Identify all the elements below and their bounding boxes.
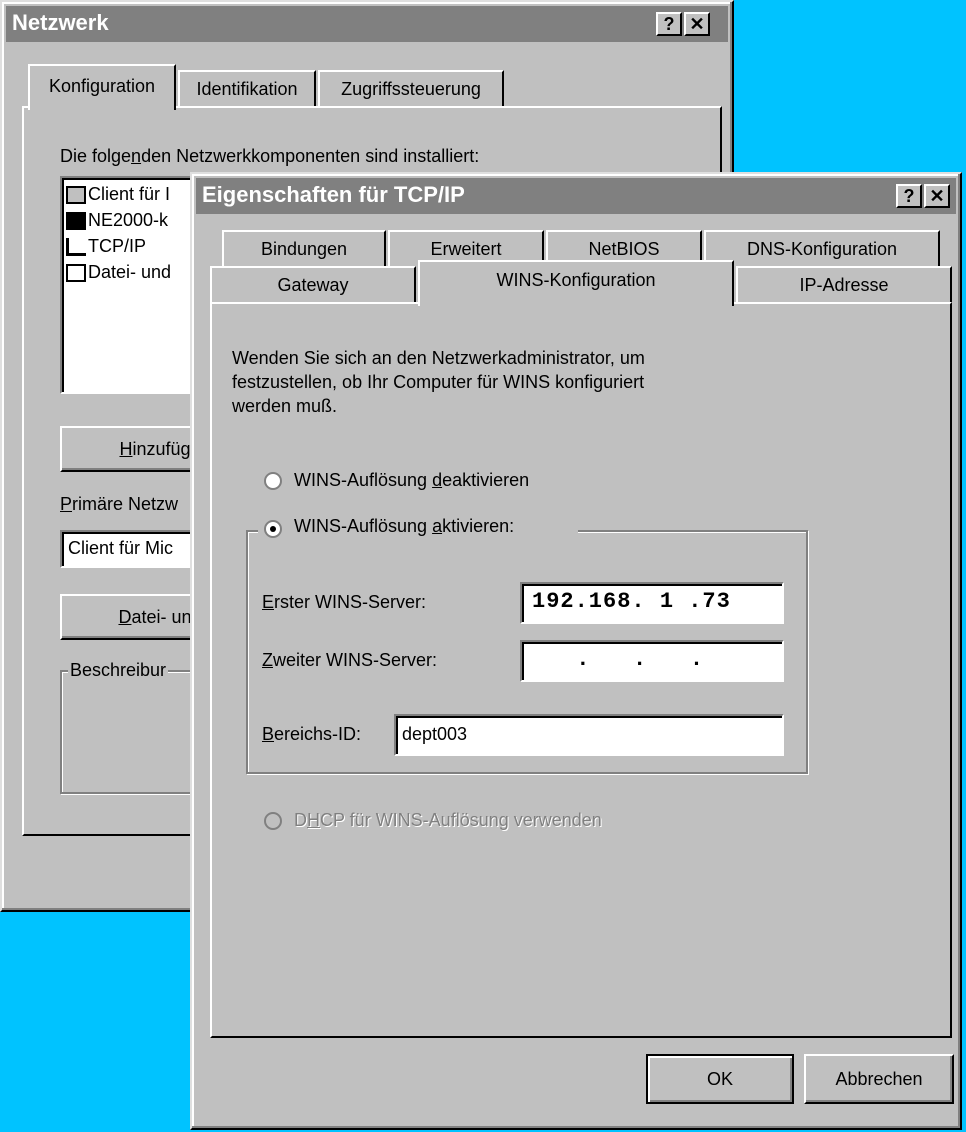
cancel-button[interactable]: Abbrechen [804, 1054, 954, 1104]
tab-label: IP-Adresse [799, 275, 889, 295]
scope-id-label: Bereichs-ID: [262, 724, 361, 745]
dhcp-wins-radio[interactable] [264, 812, 282, 830]
network-card-icon [66, 212, 86, 231]
computer-icon [66, 186, 86, 205]
tab-label: Gateway [277, 275, 349, 295]
tab-konfiguration[interactable]: Konfiguration [28, 64, 176, 110]
scope-id-rest: ereichs-ID: [274, 724, 362, 744]
netzwerk-titlebar[interactable]: Netzwerk ? ✕ [6, 6, 728, 42]
first-wins-server-label: Erster WINS-Server: [262, 592, 426, 613]
components-label-post: den Netzwerkkomponenten sind installiert… [141, 146, 480, 166]
protocol-icon [66, 238, 86, 257]
tab-label: Bindungen [260, 239, 348, 259]
first-wins-ul: E [262, 592, 275, 612]
tab-label: NetBIOS [588, 239, 660, 259]
second-wins-server-input[interactable]: . . . [520, 640, 784, 682]
tab-label: Zugriffssteuerung [341, 79, 481, 99]
primary-logon-label: Primäre Netzw [60, 494, 178, 515]
enable-wins-ul: a [432, 516, 443, 536]
dhcp-wins-label[interactable]: DHCP für WINS-Auflösung verwenden [294, 810, 602, 831]
wins-panel: Wenden Sie sich an den Netzwerkadministr… [210, 302, 952, 862]
info-text-line-3: werden muß. [232, 396, 338, 416]
description-label: Beschreibur [68, 660, 169, 681]
first-wins-server-value: 192.168. 1 .73 [532, 589, 731, 614]
disable-wins-ul: d [432, 470, 443, 490]
list-item[interactable]: NE2000-k [66, 210, 168, 231]
tab-label: Identifikation [196, 79, 298, 99]
info-text-line-1: Wenden Sie sich an den Netzwerkadministr… [232, 348, 645, 368]
close-icon[interactable]: ✕ [684, 12, 710, 36]
scope-id-input[interactable]: dept003 [394, 714, 784, 756]
primary-logon-ul: P [60, 494, 73, 514]
tcpip-titlebar[interactable]: Eigenschaften für TCP/IP ? ✕ [196, 178, 956, 214]
add-button-ul: H [119, 439, 133, 459]
components-label-pre: Die folge [60, 146, 132, 166]
tab-label: Konfiguration [48, 76, 156, 96]
dhcp-post: CP für WINS-Auflösung verwenden [320, 810, 602, 830]
tab-bindungen[interactable]: Bindungen [222, 230, 386, 268]
scope-id-ul: B [262, 724, 275, 744]
first-wins-server-input[interactable]: 192.168. 1 .73 [520, 582, 784, 624]
enable-wins-label[interactable]: WINS-Auflösung aktivieren: [294, 516, 514, 537]
list-item-label: Datei- und [88, 262, 172, 282]
tab-zugriffssteuerung[interactable]: Zugriffssteuerung [318, 70, 504, 108]
info-text-line-2: festzustellen, ob Ihr Computer für WINS … [232, 372, 645, 392]
disable-wins-radio[interactable] [264, 472, 282, 490]
list-item-label: TCP/IP [88, 236, 147, 256]
tab-identifikation[interactable]: Identifikation [178, 70, 316, 108]
list-item[interactable]: Client für I [66, 184, 170, 205]
tab-ip-adresse[interactable]: IP-Adresse [736, 266, 952, 304]
tab-label: Erweitert [430, 239, 502, 259]
wins-panel-continuation [210, 862, 952, 1038]
tcpip-window: Eigenschaften für TCP/IP ? ✕ Bindungen E… [190, 172, 962, 1130]
ok-button[interactable]: OK [646, 1054, 794, 1104]
service-icon [66, 264, 86, 283]
list-item[interactable]: TCP/IP [66, 236, 146, 257]
primary-logon-value: Client für Mic [68, 538, 174, 558]
tab-dns-konfiguration[interactable]: DNS-Konfiguration [704, 230, 940, 268]
second-wins-server-value: . . . [562, 647, 705, 672]
second-wins-server-label: Zweiter WINS-Server: [262, 650, 437, 671]
tab-gateway[interactable]: Gateway [210, 266, 416, 304]
primary-logon-rest: rimäre Netzw [72, 494, 179, 514]
components-label-ul: n [131, 146, 142, 166]
tab-wins-konfiguration[interactable]: WINS-Konfiguration [418, 260, 734, 306]
second-wins-rest: weiter WINS-Server: [273, 650, 438, 670]
enable-wins-radio[interactable] [264, 520, 282, 538]
close-icon[interactable]: ✕ [924, 184, 950, 208]
enable-wins-post: ktivieren: [442, 516, 515, 536]
disable-wins-pre: WINS-Auflösung [294, 470, 433, 490]
help-button[interactable]: ? [896, 184, 922, 208]
netzwerk-title: Netzwerk [12, 10, 109, 35]
disable-wins-label[interactable]: WINS-Auflösung deaktivieren [294, 470, 529, 491]
tcpip-title: Eigenschaften für TCP/IP [202, 182, 465, 207]
first-wins-rest: rster WINS-Server: [274, 592, 427, 612]
help-button[interactable]: ? [656, 12, 682, 36]
second-wins-ul: Z [262, 650, 273, 670]
dhcp-pre: D [294, 810, 307, 830]
dhcp-ul: H [307, 810, 320, 830]
list-item[interactable]: Datei- und [66, 262, 171, 283]
list-item-label: NE2000-k [88, 210, 169, 230]
scope-id-value: dept003 [402, 724, 468, 744]
enable-wins-pre: WINS-Auflösung [294, 516, 433, 536]
file-sharing-ul: D [118, 607, 132, 627]
list-item-label: Client für I [88, 184, 171, 204]
disable-wins-post: eaktivieren [442, 470, 530, 490]
tab-label: WINS-Konfiguration [496, 270, 656, 290]
components-label: Die folgenden Netzwerkkomponenten sind i… [60, 146, 479, 167]
tab-label: DNS-Konfiguration [746, 239, 898, 259]
